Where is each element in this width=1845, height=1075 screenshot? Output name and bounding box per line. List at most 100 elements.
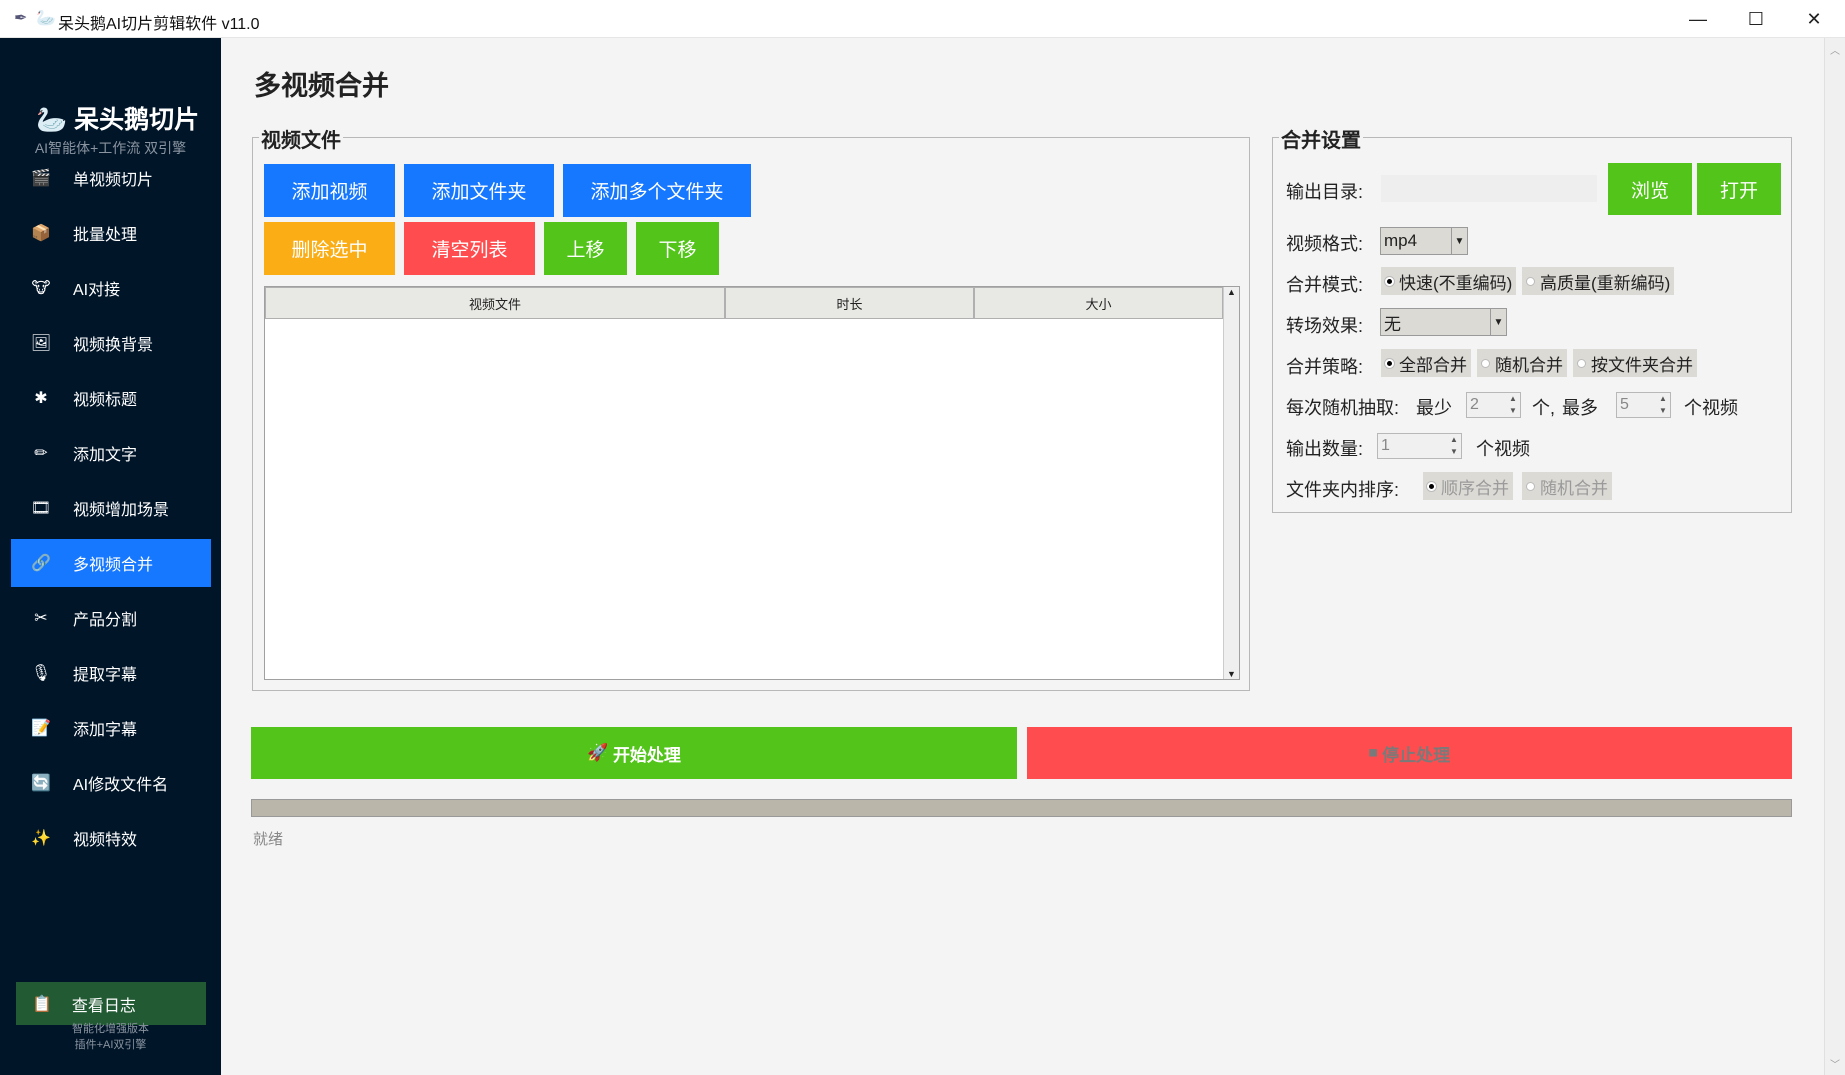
view-log-button[interactable]: 📋 查看日志 — [16, 982, 206, 1025]
nav-icon: 🎬 — [31, 170, 51, 187]
open-button[interactable]: 打开 — [1697, 163, 1781, 215]
radio-checked-icon — [1385, 358, 1394, 368]
page-scrollbar[interactable]: ︿ ﹀ — [1824, 38, 1845, 1075]
logo-text: 呆头鹅切片 — [74, 106, 200, 134]
mode-fast-radio[interactable]: 快速(不重编码) — [1381, 267, 1517, 295]
sidebar-item-12[interactable]: ✨ 视频特效 — [11, 814, 211, 862]
nav-icon: 🎞 — [30, 500, 52, 517]
sidebar-item-label: 视频增加场景 — [73, 502, 170, 519]
spin-arrows-icon[interactable]: ▲ ▼ — [1506, 393, 1520, 417]
group-title: 视频文件 — [259, 124, 343, 153]
radio-unchecked-icon — [1526, 481, 1535, 491]
scroll-down-icon[interactable]: ﹀ — [1825, 1056, 1845, 1071]
start-processing-button[interactable]: 🚀 开始处理 — [251, 727, 1017, 779]
sidebar-item-2[interactable]: 🐮 AI对接 — [11, 264, 211, 312]
mode-hq-radio[interactable]: 高质量(重新编码) — [1522, 267, 1675, 295]
max-spinbox[interactable]: 5 ▲ ▼ — [1616, 392, 1671, 418]
video-file-table[interactable]: 视频文件 时长 大小 ▲ ▼ — [264, 286, 1240, 680]
strategy-all-label: 全部合并 — [1399, 355, 1467, 375]
output-count-spinbox[interactable]: 1 ▲ ▼ — [1377, 433, 1462, 459]
nav-icon: 📝 — [31, 720, 51, 737]
sidebar-item-0[interactable]: 🎬 单视频切片 — [11, 154, 211, 202]
maximize-button[interactable]: ☐ — [1727, 0, 1785, 38]
scroll-down-icon[interactable]: ▼ — [1224, 669, 1239, 679]
sort-random-radio[interactable]: 随机合并 — [1522, 472, 1612, 500]
stop-icon: ⏹ — [1368, 743, 1383, 762]
strategy-folder-label: 按文件夹合并 — [1591, 355, 1693, 375]
sidebar-item-label: 添加字幕 — [73, 722, 138, 739]
sidebar-item-9[interactable]: 🎙 提取字幕 — [11, 649, 211, 697]
close-button[interactable]: ✕ — [1785, 0, 1843, 38]
table-scrollbar[interactable]: ▲ ▼ — [1223, 287, 1239, 679]
strategy-all-radio[interactable]: 全部合并 — [1381, 349, 1471, 377]
format-value: mp4 — [1384, 231, 1418, 250]
status-text: 就绪 — [253, 831, 284, 848]
nav-icon: 🎙 — [30, 665, 52, 682]
add-folder-button[interactable]: 添加文件夹 — [404, 164, 554, 217]
window-title: 呆头鹅AI切片剪辑软件 v11.0 — [58, 16, 260, 33]
spin-arrows-icon[interactable]: ▲ ▼ — [1656, 393, 1670, 417]
sidebar-item-11[interactable]: 🔄 AI修改文件名 — [11, 759, 211, 807]
spin-arrows-icon[interactable]: ▲ ▼ — [1447, 434, 1461, 458]
output-dir-input[interactable] — [1381, 175, 1597, 202]
unit-label: 个, — [1532, 398, 1556, 418]
sidebar-item-4[interactable]: ✱ 视频标题 — [11, 374, 211, 422]
format-select[interactable]: mp4 ▼ — [1380, 227, 1468, 255]
column-header-duration[interactable]: 时长 — [725, 287, 974, 319]
radio-unchecked-icon — [1526, 276, 1535, 286]
strategy-folder-radio[interactable]: 按文件夹合并 — [1573, 349, 1697, 377]
sidebar-item-1[interactable]: 📦 批量处理 — [11, 209, 211, 257]
min-value: 2 — [1470, 396, 1479, 413]
sidebar-item-7[interactable]: 🔗 多视频合并 — [11, 539, 211, 587]
clipboard-icon: 📋 — [32, 995, 52, 1013]
minimize-button[interactable]: — — [1669, 0, 1727, 38]
radio-checked-icon — [1427, 481, 1436, 491]
sidebar-item-3[interactable]: 🖼 视频换背景 — [11, 319, 211, 367]
delete-selected-button[interactable]: 删除选中 — [264, 222, 395, 275]
column-header-file[interactable]: 视频文件 — [265, 287, 725, 319]
move-up-button[interactable]: 上移 — [544, 222, 627, 275]
strategy-random-radio[interactable]: 随机合并 — [1477, 349, 1567, 377]
radio-unchecked-icon — [1481, 358, 1490, 368]
stop-processing-button[interactable]: ⏹ 停止处理 — [1027, 727, 1792, 779]
scroll-up-icon[interactable]: ▲ — [1224, 287, 1239, 297]
strategy-label: 合并策略: — [1286, 357, 1364, 377]
output-count-label: 输出数量: — [1286, 439, 1364, 459]
clear-list-button[interactable]: 清空列表 — [404, 222, 535, 275]
nav-icon: 🔗 — [31, 555, 51, 572]
transition-value: 无 — [1384, 314, 1401, 334]
sidebar-item-label: 多视频合并 — [73, 557, 154, 574]
group-title: 合并设置 — [1279, 124, 1363, 153]
strategy-random-label: 随机合并 — [1495, 355, 1563, 375]
sidebar-item-label: 添加文字 — [73, 447, 138, 464]
footer-line-1: 智能化增强版本 — [72, 1023, 149, 1035]
footer-line-2: 插件+AI双引擎 — [74, 1039, 147, 1051]
column-header-size[interactable]: 大小 — [974, 287, 1223, 319]
format-label: 视频格式: — [1286, 234, 1364, 254]
sort-sequential-radio[interactable]: 顺序合并 — [1423, 472, 1513, 500]
add-multiple-folders-button[interactable]: 添加多个文件夹 — [563, 164, 751, 217]
sidebar-item-5[interactable]: ✏ 添加文字 — [11, 429, 211, 477]
sidebar-item-label: 提取字幕 — [73, 667, 138, 684]
sort-sequential-label: 顺序合并 — [1441, 478, 1509, 498]
page-title: 多视频合并 — [254, 71, 389, 101]
add-video-button[interactable]: 添加视频 — [264, 164, 395, 217]
sidebar-item-6[interactable]: 🎞 视频增加场景 — [11, 484, 211, 532]
sidebar-item-8[interactable]: ✂ 产品分割 — [11, 594, 211, 642]
scroll-up-icon[interactable]: ︿ — [1825, 42, 1845, 57]
transition-select[interactable]: 无 ▼ — [1380, 308, 1507, 336]
nav-icon: 🖼 — [30, 335, 52, 352]
unit-label: 个视频 — [1684, 398, 1738, 418]
sidebar-item-10[interactable]: 📝 添加字幕 — [11, 704, 211, 752]
browse-button[interactable]: 浏览 — [1608, 163, 1692, 215]
move-down-button[interactable]: 下移 — [636, 222, 719, 275]
sidebar-item-label: 视频标题 — [73, 392, 138, 409]
sidebar-item-label: 批量处理 — [73, 227, 138, 244]
min-spinbox[interactable]: 2 ▲ ▼ — [1466, 392, 1521, 418]
max-label: 最多 — [1562, 398, 1598, 418]
sidebar-item-label: 产品分割 — [73, 612, 138, 629]
nav-icon: ✏ — [34, 445, 48, 462]
sidebar: 🦢 呆头鹅切片 AI智能体+工作流 双引擎 🎬 单视频切片 📦 批量处理 🐮 AI对接 🖼 视… — [0, 38, 221, 1075]
folder-sort-label: 文件夹内排序: — [1286, 480, 1400, 500]
dropdown-arrow-icon: ▼ — [1451, 228, 1467, 254]
